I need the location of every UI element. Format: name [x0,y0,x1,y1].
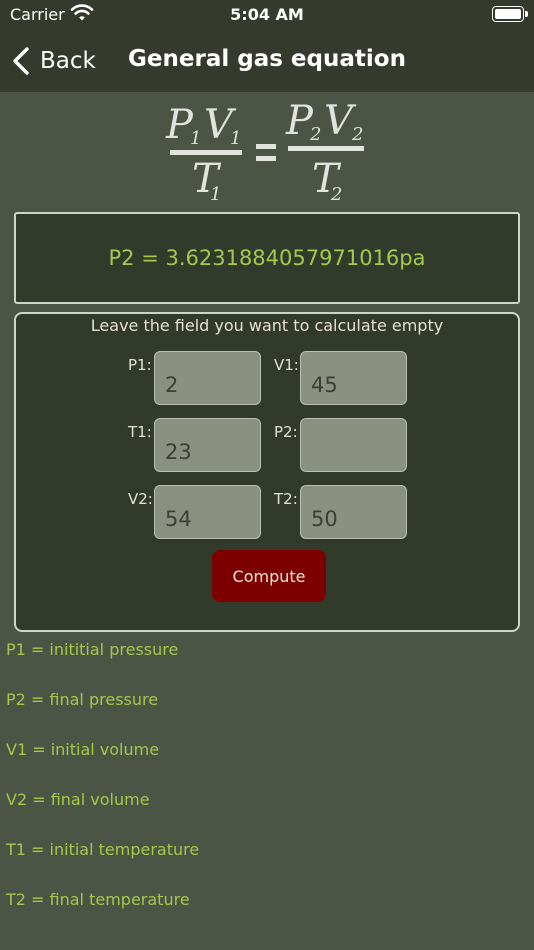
definition-t1: T1 = initial temperature [6,840,200,859]
t1-input[interactable] [154,418,261,472]
p2-label: P2: [274,423,298,441]
p2-input[interactable] [300,418,407,472]
v1-input[interactable] [300,351,407,405]
nav-bar: Back General gas equation [0,30,534,92]
definition-t2: T2 = final temperature [6,890,190,909]
svg-text:1: 1 [210,184,221,205]
svg-text:2: 2 [330,184,342,205]
t1-label: T1: [128,423,152,441]
input-form: Leave the field you want to calculate em… [14,312,520,632]
result-box: P2 = 3.6231884057971016pa [14,212,520,304]
status-bar: Carrier 5:04 AM [0,0,534,30]
battery-icon [492,6,528,22]
gas-equation-formula-image: P 1 V 1 T 1 P 2 V 2 T 2 [160,94,374,206]
p1-label: P1: [128,356,152,374]
compute-button[interactable]: Compute [212,550,326,602]
result-text: P2 = 3.6231884057971016pa [108,246,426,270]
definition-p2: P2 = final pressure [6,690,159,709]
definition-v2: V2 = final volume [6,790,150,809]
v2-label: V2: [128,490,153,508]
t2-label: T2: [274,490,298,508]
form-hint: Leave the field you want to calculate em… [90,316,444,335]
p1-input[interactable] [154,351,261,405]
page-title: General gas equation [128,46,406,72]
t2-input[interactable] [300,485,407,539]
v2-input[interactable] [154,485,261,539]
clock: 5:04 AM [230,5,304,24]
svg-text:1: 1 [230,128,241,149]
svg-text:1: 1 [190,128,201,149]
definition-p1: P1 = inititial pressure [6,640,179,659]
definition-v1: V1 = initial volume [6,740,160,759]
v1-label: V1: [274,356,299,374]
svg-text:2: 2 [309,124,321,145]
svg-text:2: 2 [351,124,363,145]
